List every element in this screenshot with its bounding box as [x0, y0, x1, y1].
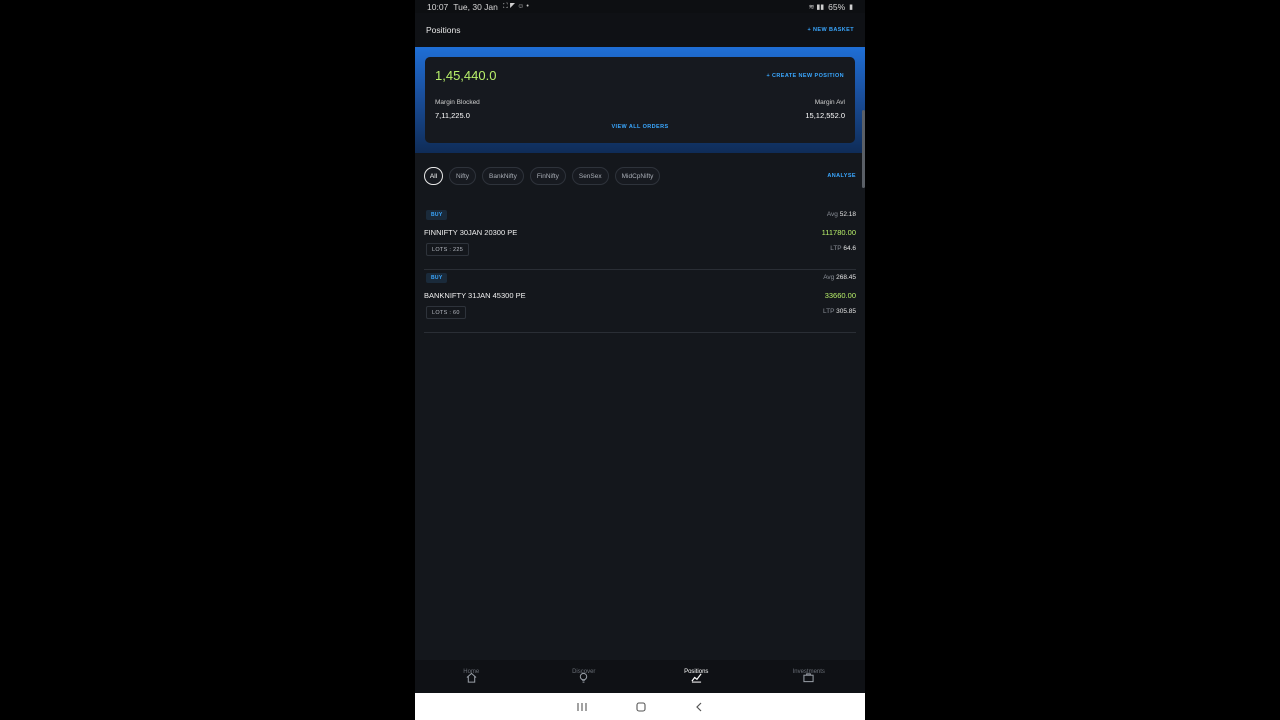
- chip-sensex[interactable]: SenSex: [571, 167, 609, 185]
- home-button-icon[interactable]: [636, 701, 646, 712]
- position-lots: LOTS : 60: [426, 306, 466, 319]
- recent-apps-icon[interactable]: [576, 702, 588, 712]
- view-all-orders-button[interactable]: VIEW ALL ORDERS: [425, 124, 855, 130]
- chip-midcpnifty[interactable]: MidCpNifty: [614, 167, 661, 185]
- position-avg: Avg 268.45: [823, 274, 856, 281]
- system-nav-bar: [415, 693, 865, 720]
- home-icon: [466, 672, 477, 683]
- margin-blocked-value: 7,11,225.0: [435, 111, 470, 120]
- position-ltp: LTP 64.6: [830, 245, 856, 252]
- chip-nifty[interactable]: Nifty: [449, 167, 476, 185]
- position-pnl: 111780.00: [821, 228, 856, 237]
- bulb-icon: [580, 672, 588, 683]
- chip-finnifty[interactable]: FinNifty: [529, 167, 566, 185]
- ltp-value: 64.6: [843, 245, 856, 252]
- position-row[interactable]: BUY FINNIFTY 30JAN 20300 PE LOTS : 225 A…: [424, 206, 856, 270]
- briefcase-icon: [803, 673, 814, 683]
- avg-value: 52.18: [839, 211, 856, 218]
- nav-positions[interactable]: Positions: [640, 660, 753, 693]
- side-badge: BUY: [426, 210, 448, 220]
- top-bar: Positions + NEW BASKET: [415, 13, 865, 47]
- status-date: Tue, 30 Jan: [453, 1, 498, 12]
- page-title: Positions: [426, 25, 461, 35]
- position-ltp: LTP 305.85: [823, 308, 856, 315]
- chart-icon: [691, 673, 702, 683]
- analyse-button[interactable]: ANALYSE: [827, 173, 856, 179]
- ltp-label: LTP: [830, 245, 842, 252]
- back-icon[interactable]: [694, 702, 704, 712]
- summary-card: 1,45,440.0 + CREATE NEW POSITION Margin …: [425, 57, 855, 143]
- wifi-signal-icon: ≋ ▮▮: [808, 3, 825, 11]
- status-bar: 10:07 Tue, 30 Jan ⛶ ◤ ☺ • ≋ ▮▮ 65% ▮: [415, 0, 865, 13]
- ltp-value: 305.85: [836, 308, 856, 315]
- margin-avl-value: 15,12,552.0: [805, 111, 845, 120]
- position-lots: LOTS : 225: [426, 243, 470, 256]
- scrollbar[interactable]: [862, 110, 865, 188]
- battery-icon: ▮: [849, 3, 853, 11]
- chip-all[interactable]: All: [424, 167, 443, 185]
- nav-home[interactable]: Home: [415, 660, 528, 693]
- ltp-label: LTP: [822, 308, 835, 315]
- position-avg: Avg 52.18: [827, 211, 856, 218]
- app-screen: 10:07 Tue, 30 Jan ⛶ ◤ ☺ • ≋ ▮▮ 65% ▮ Pos…: [415, 0, 865, 720]
- notification-icons: ⛶ ◤ ☺ •: [502, 2, 529, 10]
- avg-label: Avg: [826, 211, 838, 218]
- margin-blocked-label: Margin Blocked: [435, 99, 480, 106]
- total-pnl: 1,45,440.0: [435, 68, 497, 83]
- position-pnl: 33660.00: [824, 291, 856, 300]
- side-badge: BUY: [426, 273, 448, 283]
- create-new-position-button[interactable]: + CREATE NEW POSITION: [766, 73, 844, 79]
- avg-value: 268.45: [836, 274, 856, 281]
- chip-banknifty[interactable]: BankNifty: [482, 167, 524, 185]
- nav-discover[interactable]: Discover: [528, 660, 641, 693]
- position-row[interactable]: BUY BANKNIFTY 31JAN 45300 PE LOTS : 60 A…: [424, 269, 856, 333]
- filter-chips: All Nifty BankNifty FinNifty SenSex MidC…: [424, 167, 661, 185]
- status-time: 10:07: [427, 1, 449, 12]
- position-symbol: FINNIFTY 30JAN 20300 PE: [424, 228, 518, 237]
- bottom-nav: Home Discover Positions Investments: [415, 660, 865, 693]
- nav-investments[interactable]: Investments: [753, 660, 866, 693]
- avg-label: Avg: [823, 274, 835, 281]
- summary-banner: 1,45,440.0 + CREATE NEW POSITION Margin …: [415, 47, 865, 153]
- new-basket-button[interactable]: + NEW BASKET: [807, 27, 854, 33]
- battery-level: 65%: [828, 1, 846, 12]
- margin-avl-label: Margin Avl: [814, 99, 845, 106]
- position-symbol: BANKNIFTY 31JAN 45300 PE: [424, 291, 526, 300]
